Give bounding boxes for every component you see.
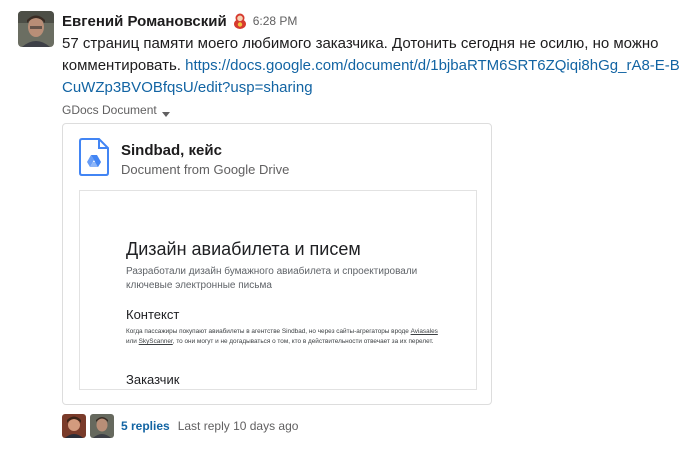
matryoshka-icon [233, 13, 247, 29]
preview-paragraph: Когда пассажиры покупают авиабилеты в аг… [126, 327, 446, 347]
sender-avatar[interactable] [18, 11, 54, 47]
replies-count[interactable]: 5 replies [121, 419, 170, 433]
preview-paragraph-part: Когда пассажиры покупают авиабилеты в аг… [126, 328, 411, 335]
reply-avatar [90, 414, 114, 438]
preview-paragraph-part: , то они могут и не догадываться о том, … [172, 338, 434, 345]
message-timestamp[interactable]: 6:28 PM [253, 14, 298, 28]
last-reply-time: Last reply 10 days ago [177, 419, 299, 433]
preview-heading-context: Контекст [126, 307, 180, 322]
message-body: 57 страниц памяти моего любимого заказчи… [62, 33, 682, 99]
attachment-label-text: GDocs Document [62, 103, 157, 117]
preview-title: Дизайн авиабилета и писем [126, 239, 361, 259]
document-preview[interactable]: Дизайн авиабилета и писем Разработали ди… [79, 190, 477, 390]
caret-down-icon[interactable] [161, 107, 170, 117]
attachment-subtitle: Document from Google Drive [121, 162, 290, 177]
message-header: Евгений Романовский 6:28 PM [62, 11, 297, 31]
attachment-card[interactable]: Sindbad, кейс Document from Google Drive… [62, 123, 492, 405]
thread-summary[interactable]: 5 replies Last reply 10 days ago [62, 413, 298, 439]
preview-link-aviasales: Aviasales [410, 328, 438, 335]
message: Евгений Романовский 6:28 PM 57 страниц п… [0, 0, 696, 451]
reply-avatar [62, 414, 86, 438]
sender-name[interactable]: Евгений Романовский [62, 13, 227, 30]
preview-subtitle: Разработали дизайн бумажного авиабилета … [126, 266, 418, 291]
preview-link-skyscanner: SkyScanner [138, 338, 173, 345]
attachment-label[interactable]: GDocs Document [62, 102, 170, 118]
preview-paragraph-part: или [126, 338, 139, 345]
google-drive-icon [79, 138, 109, 176]
attachment-title[interactable]: Sindbad, кейс [121, 142, 222, 159]
preview-heading-client: Заказчик [126, 372, 180, 387]
